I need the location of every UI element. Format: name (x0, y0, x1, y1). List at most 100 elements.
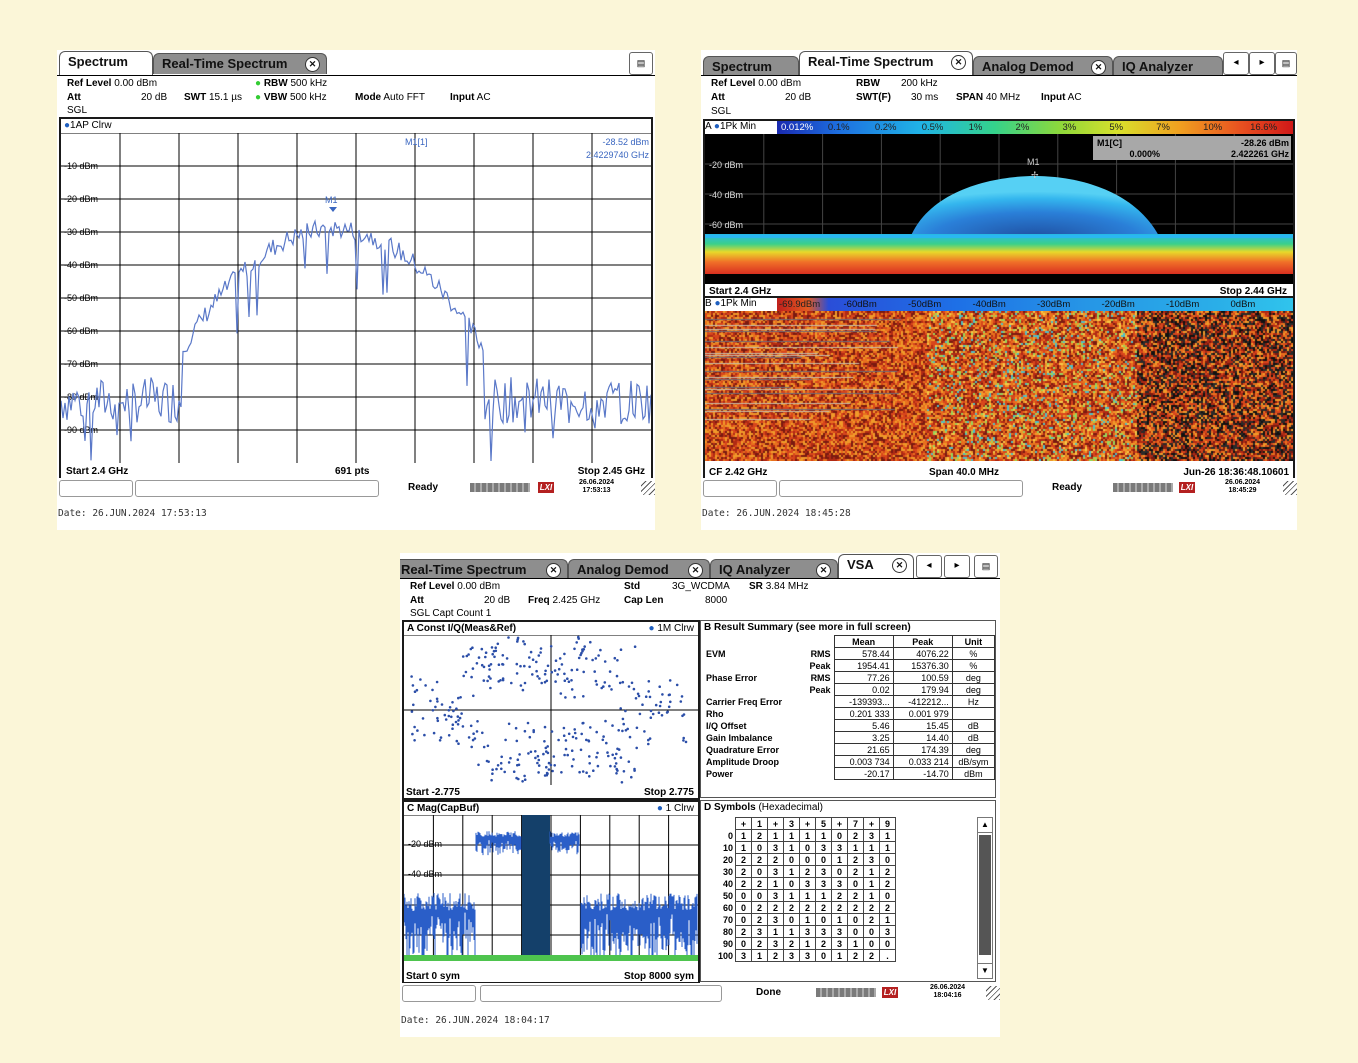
symbol-cell: 2 (863, 913, 880, 926)
cell-name: I/Q Offset (706, 720, 747, 731)
att-key: Att (67, 92, 81, 103)
status-text: Ready (408, 482, 439, 493)
symbol-cell: 3 (767, 913, 784, 926)
toolbar-icon[interactable]: ▤ (1275, 52, 1297, 75)
span-value: 40 MHz (985, 92, 1021, 103)
softkey-box[interactable] (59, 480, 133, 497)
constellation-point (597, 654, 600, 657)
symbol-cell: 0 (783, 877, 800, 890)
constellation-point (546, 751, 550, 755)
tab-analog-demod[interactable]: Analog Demod ✕ (973, 56, 1113, 75)
constellation-point (472, 732, 475, 735)
constellation-point (473, 737, 477, 740)
constellation-point (518, 753, 521, 756)
tab-analog-demod[interactable]: Analog Demod ✕ (568, 559, 710, 578)
symbol-cell: 3 (767, 841, 784, 854)
resize-grip-icon[interactable] (1283, 481, 1297, 495)
constellation-point (556, 673, 559, 676)
constellation-point (434, 705, 437, 709)
close-icon[interactable]: ✕ (892, 558, 907, 573)
constellation-point (543, 672, 547, 676)
table-row: Rho 0.201 333 0.001 979 (703, 707, 996, 720)
swt-key: SWT (184, 92, 207, 103)
constellation-point (515, 739, 519, 743)
cell-unit: dB (951, 719, 996, 732)
scroll-down-icon[interactable]: ▼ (978, 963, 992, 978)
close-icon[interactable]: ✕ (951, 55, 966, 70)
constellation-point (536, 761, 539, 765)
column-header: Unit (951, 635, 996, 648)
toolbar-icon[interactable]: ▤ (629, 52, 653, 75)
close-icon[interactable]: ✕ (546, 563, 561, 578)
constellation-point (413, 690, 417, 693)
tab-iq-analyzer[interactable]: IQ Analyzer (1113, 56, 1223, 75)
spectrum-diagram[interactable]: ●1AP Clrw -10 dBm -20 dBm -30 dBm -40 dBm -5… (59, 117, 653, 480)
scrollbar[interactable]: ▲ ▼ (977, 817, 993, 979)
tab-iq-analyzer[interactable]: IQ Analyzer ✕ (710, 559, 838, 578)
symbol-cell: 3 (815, 841, 832, 854)
close-icon[interactable]: ✕ (816, 563, 831, 578)
tab-spectrum[interactable]: Spectrum (703, 56, 799, 75)
close-icon[interactable]: ✕ (1091, 60, 1106, 75)
table-row: 80 2 3 1 1 3 3 3 0 0 3 (703, 925, 896, 938)
constellation-point (497, 663, 501, 666)
trace-label: 1Pk Min (720, 298, 757, 309)
spectrogram-panel[interactable]: B ●1Pk Min -69.9dBm -60dBm -50dBm -40dBm -30… (703, 296, 1295, 480)
scale-label: 0.012% (781, 122, 814, 133)
persistence-scale-bar: A ●1Pk Min 0.012% 0.1% 0.2% 0.5% 1% 2% 3% 5% 7% 1… (705, 121, 1293, 134)
symbol-cell: 1 (831, 853, 848, 866)
persistence-spectrum-panel[interactable]: A ●1Pk Min 0.012% 0.1% 0.2% 0.5% 1% 2% 3% 5% 7% 1… (703, 119, 1295, 299)
tab-real-time-spectrum[interactable]: Real-Time Spectrum ✕ (400, 559, 568, 578)
resize-grip-icon[interactable] (986, 986, 1000, 1000)
scale-label: -30dBm (1037, 299, 1071, 310)
constellation-point (469, 724, 473, 728)
constellation-point (570, 668, 574, 672)
cell-mean: 578.44 (833, 647, 894, 660)
cell-unit: dB (951, 731, 996, 744)
constellation-point (444, 718, 448, 721)
constellation-point (588, 762, 591, 765)
constellation-point (528, 735, 532, 739)
constellation-point (501, 678, 505, 682)
constellation-point (507, 636, 510, 639)
constellation-point (651, 712, 655, 716)
symbol-cell: 1 (783, 889, 800, 902)
constellation-point (627, 685, 631, 688)
cap-len-key: Cap Len (624, 595, 664, 606)
constellation-point (431, 688, 434, 692)
constellation-point (535, 669, 538, 673)
symbol-cell: 3 (783, 949, 800, 962)
symbol-cell: 2 (783, 901, 800, 914)
toolbar-icon[interactable]: ▤ (974, 555, 998, 578)
tab-real-time-spectrum[interactable]: Real-Time Spectrum ✕ (153, 53, 327, 74)
tab-bar: Spectrum Real-Time Spectrum ✕ Analog Dem… (701, 50, 1297, 75)
resize-grip-icon[interactable] (641, 481, 655, 495)
lxi-logo: LXI (538, 482, 554, 493)
table-row: Carrier Freq Error -139393... -412212... Hz (703, 695, 996, 708)
tab-scroll-left-icon[interactable]: ◂ (1223, 52, 1249, 75)
symbol-cell: 1 (863, 865, 880, 878)
constellation-point (523, 729, 527, 733)
tab-scroll-right-icon[interactable]: ▸ (1249, 52, 1275, 75)
scroll-thumb[interactable] (979, 835, 991, 955)
constellation-point (682, 739, 685, 742)
constellation-point (563, 679, 567, 682)
tab-spectrum[interactable]: Spectrum (59, 51, 153, 75)
tab-vsa[interactable]: VSA ✕ (838, 554, 914, 578)
softkey-box[interactable] (703, 480, 777, 497)
close-icon[interactable]: ✕ (688, 563, 703, 578)
constellation-point (435, 697, 439, 701)
freq-key: Freq (528, 595, 550, 606)
magnitude-capture-panel[interactable]: C Mag(CapBuf) ● 1 Clrw -20 dBm -40 dBm S… (402, 800, 700, 984)
close-icon[interactable]: ✕ (305, 57, 320, 72)
constellation-point (566, 753, 569, 757)
softkey-box[interactable] (402, 985, 476, 1002)
scroll-up-icon[interactable]: ▲ (978, 818, 992, 833)
symbol-cell: 2 (847, 901, 864, 914)
cell-name: Phase Error (706, 672, 758, 683)
stop-label: Stop 2.775 (643, 787, 694, 798)
tab-real-time-spectrum[interactable]: Real-Time Spectrum ✕ (799, 51, 973, 75)
constellation-panel[interactable]: A Const I/Q(Meas&Ref) ● 1M Clrw Start -2… (402, 620, 700, 800)
tab-scroll-right-icon[interactable]: ▸ (944, 555, 970, 578)
tab-scroll-left-icon[interactable]: ◂ (916, 555, 942, 578)
